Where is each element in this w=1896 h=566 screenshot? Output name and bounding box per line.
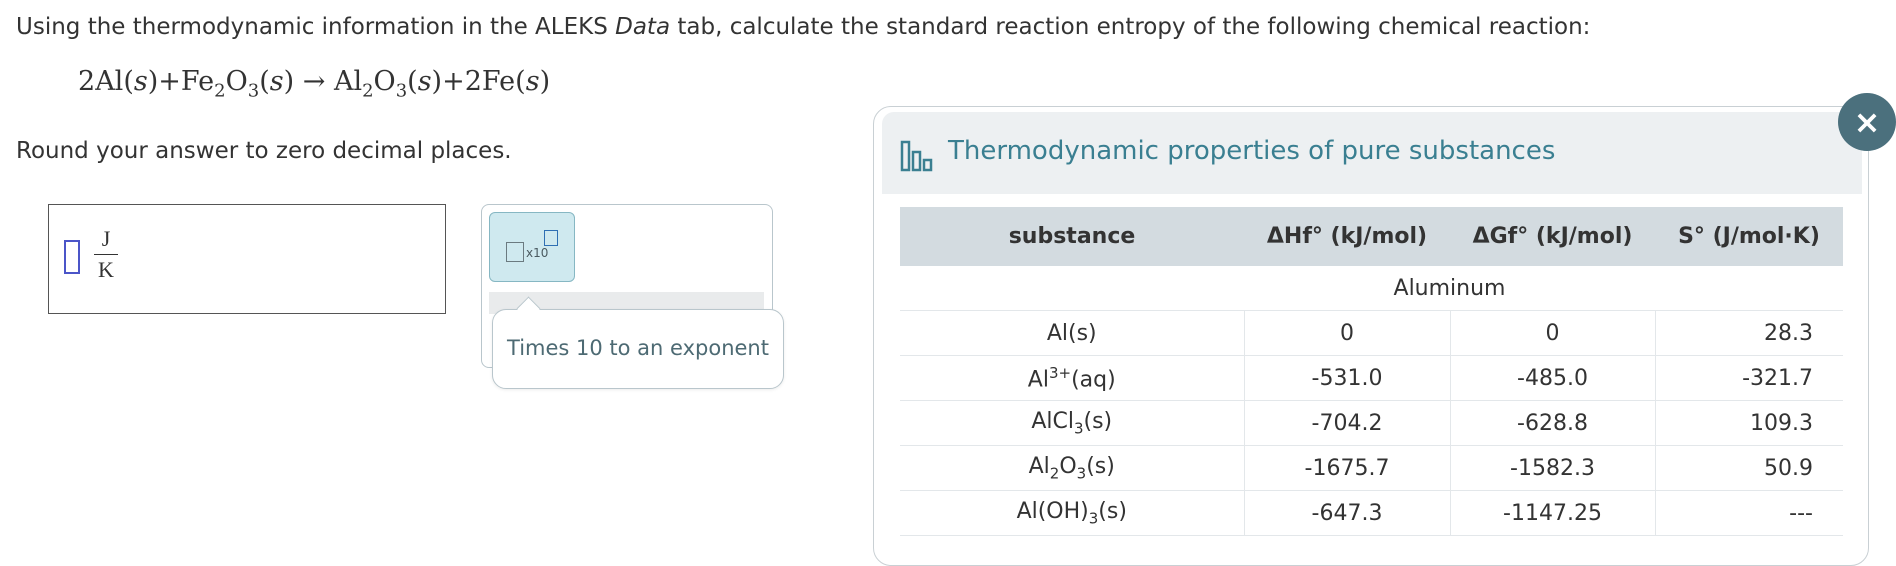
enthalpy-value: -531.0 bbox=[1243, 355, 1450, 401]
column-header-entropy: S° (J/mol·K) bbox=[1655, 207, 1843, 266]
enthalpy-value: -1675.7 bbox=[1243, 445, 1450, 491]
data-tab-title: Thermodynamic properties of pure substan… bbox=[948, 136, 1556, 166]
substance-name: Al2O3(s) bbox=[900, 445, 1244, 491]
table-row: Al2O3(s) -1675.7 -1582.3 50.9 bbox=[900, 445, 1843, 491]
question-prompt: Using the thermodynamic information in t… bbox=[16, 14, 1590, 40]
column-header-gibbs: ΔGf° (kJ/mol) bbox=[1450, 207, 1655, 266]
unit-numerator: J bbox=[101, 226, 111, 251]
entropy-value: 28.3 bbox=[1654, 310, 1843, 356]
answer-input[interactable] bbox=[64, 240, 80, 274]
group-row: Aluminum bbox=[900, 266, 1843, 311]
base-box-icon bbox=[506, 242, 524, 262]
enthalpy-value: -647.3 bbox=[1243, 490, 1450, 536]
table-row: Al(OH)3(s) -647.3 -1147.25 --- bbox=[900, 490, 1843, 536]
x10-label: x10 bbox=[526, 246, 549, 260]
data-tab-reference: Data bbox=[615, 14, 671, 40]
unit-denominator: K bbox=[98, 257, 114, 282]
table-row: Al(s) 0 0 28.3 bbox=[900, 310, 1843, 356]
tooltip-text: Times 10 to an exponent bbox=[507, 336, 769, 360]
substance-name: AlCl3(s) bbox=[900, 400, 1244, 446]
prompt-text-start: Using the thermodynamic information in t… bbox=[16, 14, 616, 40]
gibbs-value: -1147.25 bbox=[1449, 490, 1655, 536]
fraction-bar bbox=[94, 254, 118, 255]
entropy-value: 50.9 bbox=[1654, 445, 1843, 491]
group-label-aluminum: Aluminum bbox=[1244, 266, 1655, 311]
entropy-value: 109.3 bbox=[1654, 400, 1843, 446]
enthalpy-value: -704.2 bbox=[1243, 400, 1450, 446]
gibbs-value: 0 bbox=[1449, 310, 1655, 356]
rounding-instruction: Round your answer to zero decimal places… bbox=[16, 138, 512, 164]
close-button[interactable]: × bbox=[1838, 93, 1896, 151]
column-header-enthalpy: ΔHf° (kJ/mol) bbox=[1244, 207, 1450, 266]
reaction-arrow-icon: → bbox=[302, 66, 326, 97]
table-header-row: substance ΔHf° (kJ/mol) ΔGf° (kJ/mol) S°… bbox=[900, 207, 1843, 266]
table-row: Al3+(aq) -531.0 -485.0 -321.7 bbox=[900, 355, 1843, 401]
answer-unit: J K bbox=[92, 226, 120, 283]
substance-name: Al3+(aq) bbox=[900, 355, 1244, 401]
thermodynamic-table: substance ΔHf° (kJ/mol) ΔGf° (kJ/mol) S°… bbox=[900, 207, 1843, 536]
chemical-equation: 2Al(s)+Fe2O3(s) → Al2O3(s)+2Fe(s) bbox=[78, 66, 551, 102]
entropy-value: --- bbox=[1654, 490, 1843, 536]
prompt-text-end: tab, calculate the standard reaction ent… bbox=[670, 14, 1591, 40]
entropy-value: -321.7 bbox=[1654, 355, 1843, 401]
gibbs-value: -485.0 bbox=[1449, 355, 1655, 401]
column-header-substance: substance bbox=[900, 207, 1244, 266]
substance-name: Al(s) bbox=[900, 310, 1244, 356]
enthalpy-value: 0 bbox=[1243, 310, 1450, 356]
table-row: AlCl3(s) -704.2 -628.8 109.3 bbox=[900, 400, 1843, 446]
substance-name: Al(OH)3(s) bbox=[900, 490, 1244, 536]
gibbs-value: -1582.3 bbox=[1449, 445, 1655, 491]
gibbs-value: -628.8 bbox=[1449, 400, 1655, 446]
exponent-box-icon bbox=[544, 230, 558, 246]
bar-chart-icon bbox=[900, 138, 934, 176]
